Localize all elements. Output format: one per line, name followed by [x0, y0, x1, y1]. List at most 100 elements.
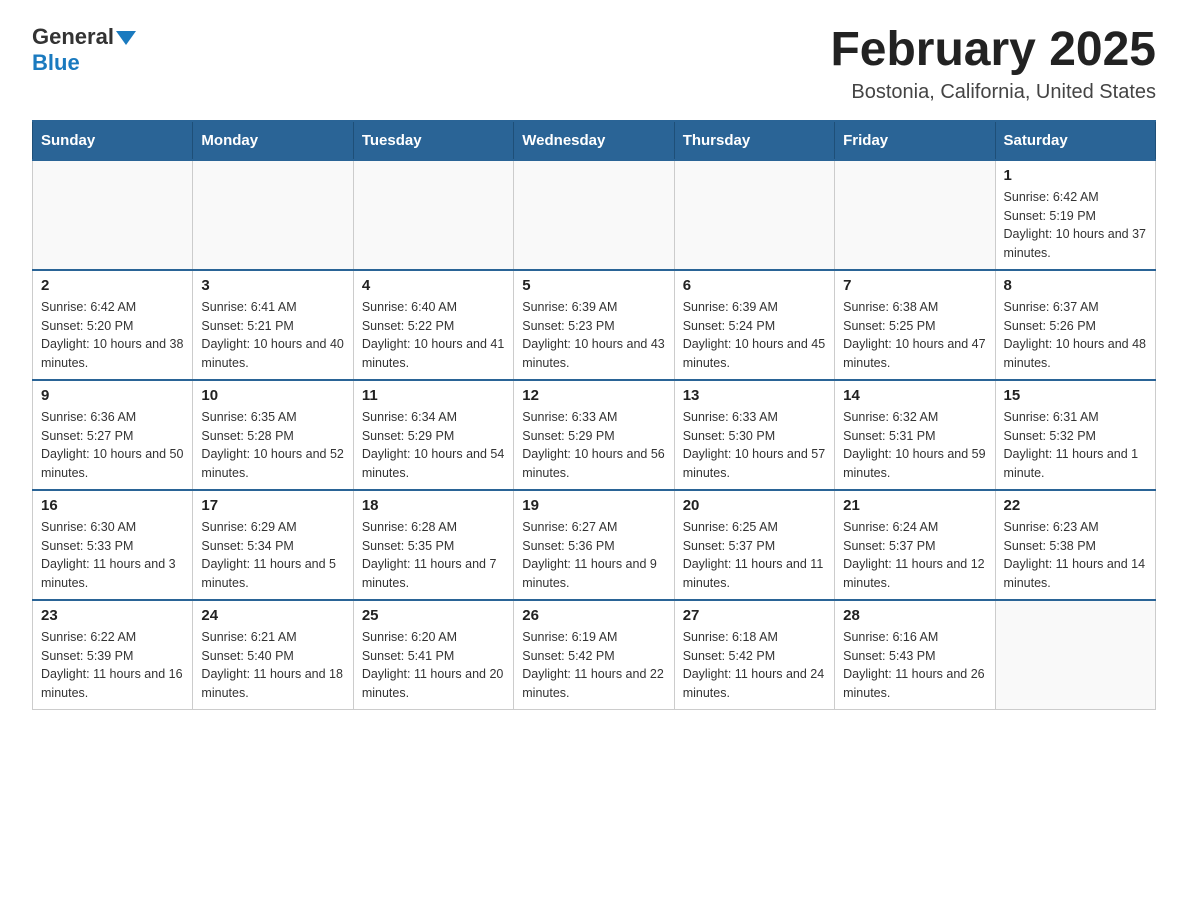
day-info: Sunrise: 6:28 AMSunset: 5:35 PMDaylight:…	[362, 520, 497, 590]
calendar-cell-1-5: 7 Sunrise: 6:38 AMSunset: 5:25 PMDaylight…	[835, 270, 995, 380]
col-friday: Friday	[835, 121, 995, 160]
day-number: 24	[201, 607, 344, 624]
day-number: 1	[1004, 167, 1147, 184]
week-row-1: 1 Sunrise: 6:42 AMSunset: 5:19 PMDaylight…	[33, 160, 1156, 270]
day-info: Sunrise: 6:22 AMSunset: 5:39 PMDaylight:…	[41, 630, 183, 700]
col-monday: Monday	[193, 121, 353, 160]
calendar-cell-1-0: 2 Sunrise: 6:42 AMSunset: 5:20 PMDaylight…	[33, 270, 193, 380]
day-number: 18	[362, 497, 505, 514]
day-number: 7	[843, 277, 986, 294]
calendar-cell-2-2: 11Sunrise: 6:34 AMSunset: 5:29 PMDayligh…	[353, 380, 513, 490]
day-number: 27	[683, 607, 826, 624]
day-info: Sunrise: 6:31 AMSunset: 5:32 PMDaylight:…	[1004, 410, 1139, 480]
calendar-cell-1-4: 6 Sunrise: 6:39 AMSunset: 5:24 PMDaylight…	[674, 270, 834, 380]
week-row-5: 23 Sunrise: 6:22 AMSunset: 5:39 PMDayligh…	[33, 600, 1156, 710]
month-title: February 2025	[830, 24, 1156, 77]
day-info: Sunrise: 6:25 AMSunset: 5:37 PMDaylight:…	[683, 520, 824, 590]
calendar-cell-2-3: 12 Sunrise: 6:33 AMSunset: 5:29 PMDayligh…	[514, 380, 674, 490]
day-info: Sunrise: 6:33 AMSunset: 5:30 PMDaylight:…	[683, 410, 825, 480]
day-info: Sunrise: 6:19 AMSunset: 5:42 PMDaylight:…	[522, 630, 664, 700]
day-number: 2	[41, 277, 184, 294]
calendar-cell-2-1: 10 Sunrise: 6:35 AMSunset: 5:28 PMDayligh…	[193, 380, 353, 490]
day-info: Sunrise: 6:24 AMSunset: 5:37 PMDaylight:…	[843, 520, 985, 590]
week-row-2: 2 Sunrise: 6:42 AMSunset: 5:20 PMDaylight…	[33, 270, 1156, 380]
day-number: 14	[843, 387, 986, 404]
day-number: 22	[1004, 497, 1147, 514]
day-info: Sunrise: 6:16 AMSunset: 5:43 PMDaylight:…	[843, 630, 985, 700]
day-number: 28	[843, 607, 986, 624]
page-header: General Blue February 2025 Bostonia, Cal…	[32, 24, 1156, 104]
day-info: Sunrise: 6:32 AMSunset: 5:31 PMDaylight:…	[843, 410, 985, 480]
day-info: Sunrise: 6:42 AMSunset: 5:19 PMDaylight:…	[1004, 190, 1146, 260]
day-info: Sunrise: 6:40 AMSunset: 5:22 PMDaylight:…	[362, 300, 504, 370]
day-info: Sunrise: 6:27 AMSunset: 5:36 PMDaylight:…	[522, 520, 657, 590]
day-info: Sunrise: 6:38 AMSunset: 5:25 PMDaylight:…	[843, 300, 985, 370]
calendar-cell-3-2: 18 Sunrise: 6:28 AMSunset: 5:35 PMDayligh…	[353, 490, 513, 600]
calendar-cell-0-5	[835, 160, 995, 270]
day-number: 23	[41, 607, 184, 624]
calendar-cell-4-1: 24 Sunrise: 6:21 AMSunset: 5:40 PMDayligh…	[193, 600, 353, 710]
day-number: 4	[362, 277, 505, 294]
calendar-cell-0-1	[193, 160, 353, 270]
day-info: Sunrise: 6:39 AMSunset: 5:24 PMDaylight:…	[683, 300, 825, 370]
day-number: 12	[522, 387, 665, 404]
logo-general-text: General	[32, 24, 114, 50]
logo-general: General	[32, 24, 136, 50]
calendar-cell-4-0: 23 Sunrise: 6:22 AMSunset: 5:39 PMDayligh…	[33, 600, 193, 710]
col-saturday: Saturday	[995, 121, 1155, 160]
location: Bostonia, California, United States	[830, 81, 1156, 104]
calendar-cell-0-2	[353, 160, 513, 270]
day-number: 11	[362, 387, 505, 404]
day-number: 9	[41, 387, 184, 404]
calendar-cell-0-0	[33, 160, 193, 270]
calendar-cell-3-6: 22Sunrise: 6:23 AMSunset: 5:38 PMDayligh…	[995, 490, 1155, 600]
calendar-cell-1-1: 3 Sunrise: 6:41 AMSunset: 5:21 PMDaylight…	[193, 270, 353, 380]
week-row-3: 9 Sunrise: 6:36 AMSunset: 5:27 PMDaylight…	[33, 380, 1156, 490]
day-info: Sunrise: 6:29 AMSunset: 5:34 PMDaylight:…	[201, 520, 336, 590]
calendar-cell-2-4: 13Sunrise: 6:33 AMSunset: 5:30 PMDayligh…	[674, 380, 834, 490]
day-info: Sunrise: 6:35 AMSunset: 5:28 PMDaylight:…	[201, 410, 343, 480]
day-info: Sunrise: 6:36 AMSunset: 5:27 PMDaylight:…	[41, 410, 183, 480]
day-info: Sunrise: 6:33 AMSunset: 5:29 PMDaylight:…	[522, 410, 664, 480]
col-sunday: Sunday	[33, 121, 193, 160]
calendar-cell-0-4	[674, 160, 834, 270]
day-number: 19	[522, 497, 665, 514]
day-number: 6	[683, 277, 826, 294]
calendar-cell-2-6: 15 Sunrise: 6:31 AMSunset: 5:32 PMDayligh…	[995, 380, 1155, 490]
day-info: Sunrise: 6:37 AMSunset: 5:26 PMDaylight:…	[1004, 300, 1146, 370]
calendar-cell-3-5: 21Sunrise: 6:24 AMSunset: 5:37 PMDayligh…	[835, 490, 995, 600]
calendar-cell-4-6	[995, 600, 1155, 710]
calendar-cell-4-4: 27 Sunrise: 6:18 AMSunset: 5:42 PMDayligh…	[674, 600, 834, 710]
calendar-cell-3-3: 19 Sunrise: 6:27 AMSunset: 5:36 PMDayligh…	[514, 490, 674, 600]
day-info: Sunrise: 6:42 AMSunset: 5:20 PMDaylight:…	[41, 300, 183, 370]
logo-arrow-icon	[116, 31, 136, 45]
day-info: Sunrise: 6:21 AMSunset: 5:40 PMDaylight:…	[201, 630, 343, 700]
col-thursday: Thursday	[674, 121, 834, 160]
day-number: 17	[201, 497, 344, 514]
day-number: 16	[41, 497, 184, 514]
calendar-table: Sunday Monday Tuesday Wednesday Thursday…	[32, 120, 1156, 711]
day-info: Sunrise: 6:18 AMSunset: 5:42 PMDaylight:…	[683, 630, 825, 700]
calendar-cell-2-5: 14 Sunrise: 6:32 AMSunset: 5:31 PMDayligh…	[835, 380, 995, 490]
day-number: 26	[522, 607, 665, 624]
day-number: 3	[201, 277, 344, 294]
calendar-cell-3-4: 20Sunrise: 6:25 AMSunset: 5:37 PMDayligh…	[674, 490, 834, 600]
calendar-cell-4-2: 25Sunrise: 6:20 AMSunset: 5:41 PMDayligh…	[353, 600, 513, 710]
title-block: February 2025 Bostonia, California, Unit…	[830, 24, 1156, 104]
calendar-cell-1-6: 8Sunrise: 6:37 AMSunset: 5:26 PMDaylight…	[995, 270, 1155, 380]
day-info: Sunrise: 6:39 AMSunset: 5:23 PMDaylight:…	[522, 300, 664, 370]
day-info: Sunrise: 6:41 AMSunset: 5:21 PMDaylight:…	[201, 300, 343, 370]
calendar-cell-1-3: 5 Sunrise: 6:39 AMSunset: 5:23 PMDaylight…	[514, 270, 674, 380]
calendar-header-row: Sunday Monday Tuesday Wednesday Thursday…	[33, 121, 1156, 160]
col-wednesday: Wednesday	[514, 121, 674, 160]
col-tuesday: Tuesday	[353, 121, 513, 160]
week-row-4: 16Sunrise: 6:30 AMSunset: 5:33 PMDayligh…	[33, 490, 1156, 600]
calendar-cell-4-3: 26 Sunrise: 6:19 AMSunset: 5:42 PMDayligh…	[514, 600, 674, 710]
day-info: Sunrise: 6:20 AMSunset: 5:41 PMDaylight:…	[362, 630, 504, 700]
calendar-cell-0-6: 1 Sunrise: 6:42 AMSunset: 5:19 PMDaylight…	[995, 160, 1155, 270]
day-number: 15	[1004, 387, 1147, 404]
day-number: 5	[522, 277, 665, 294]
day-number: 10	[201, 387, 344, 404]
logo-blue-text: Blue	[32, 50, 80, 76]
calendar-cell-2-0: 9 Sunrise: 6:36 AMSunset: 5:27 PMDaylight…	[33, 380, 193, 490]
